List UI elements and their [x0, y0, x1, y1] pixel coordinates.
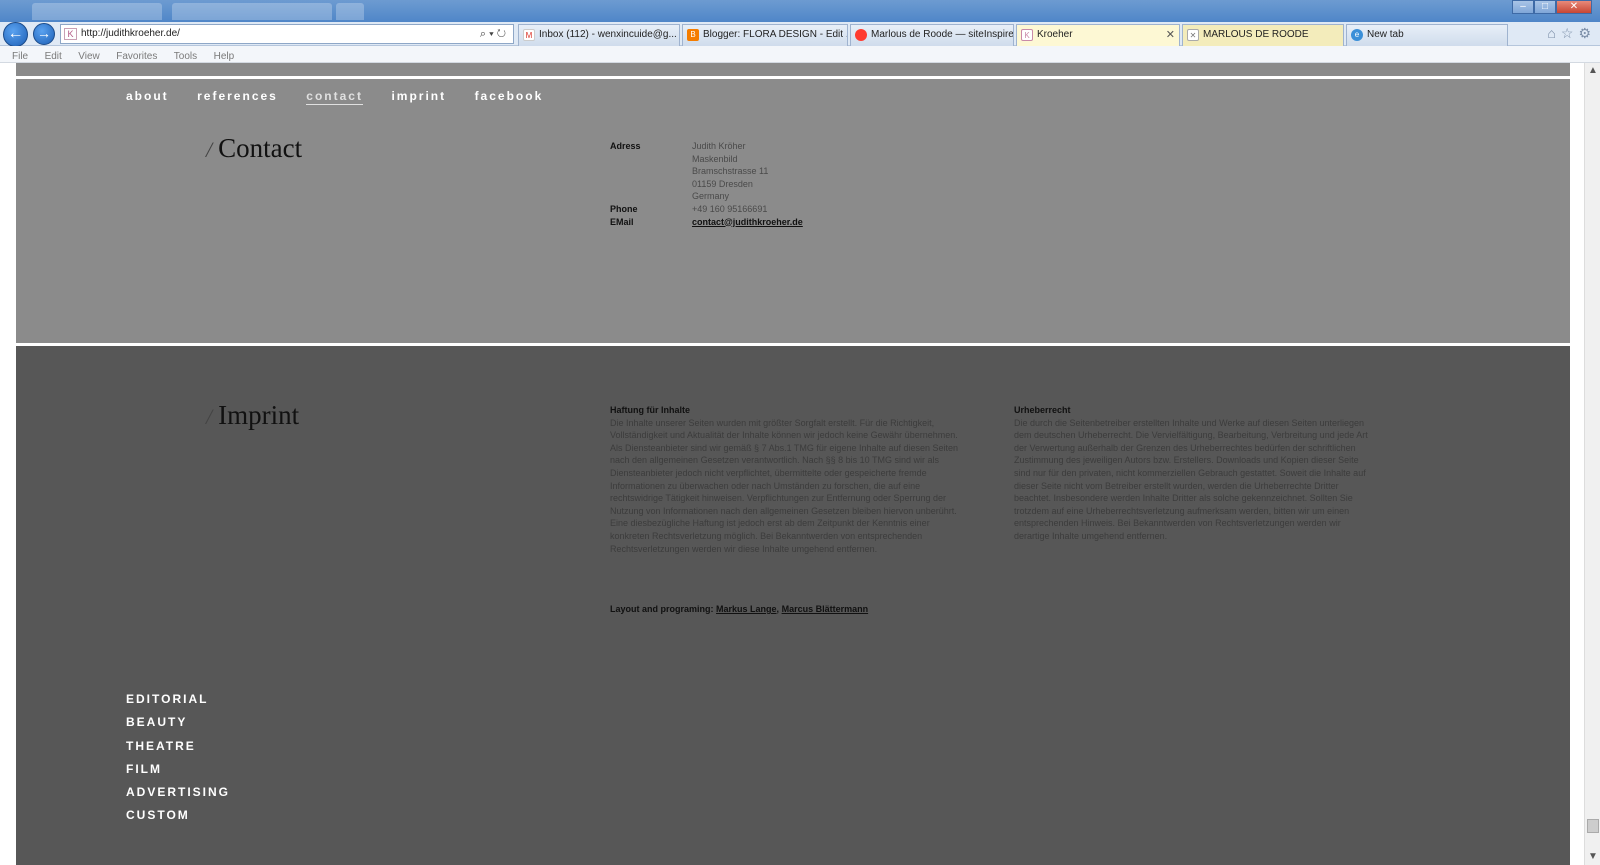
- email-link[interactable]: contact@judithkroeher.de: [692, 216, 803, 229]
- email-label: EMail: [610, 216, 634, 227]
- scroll-thumb[interactable]: [1587, 819, 1599, 833]
- copyright-column: Urheberrecht Die durch die Seitenbetreib…: [1014, 404, 1374, 543]
- tab-label: Kroeher: [1037, 29, 1073, 40]
- gmail-icon: M: [523, 29, 535, 41]
- slash-decoration: /: [206, 137, 213, 162]
- menu-bar: File Edit View Favorites Tools Help: [0, 46, 1600, 63]
- nav-imprint[interactable]: imprint: [391, 89, 446, 104]
- ie-icon: e: [1351, 29, 1363, 41]
- toolbar-right: ⌂☆⚙: [1547, 25, 1596, 42]
- tab-siteinspire[interactable]: Marlous de Roode — siteInspire: [850, 24, 1014, 46]
- x-icon: ✕: [1187, 29, 1199, 41]
- category-editorial[interactable]: EDITORIAL: [126, 692, 230, 715]
- favorites-star-icon[interactable]: ☆: [1561, 25, 1579, 41]
- tab-label: Marlous de Roode — siteInspire: [871, 29, 1014, 40]
- phone-value: +49 160 95166691: [692, 203, 768, 214]
- category-advertising[interactable]: ADVERTISING: [126, 785, 230, 808]
- vertical-scrollbar[interactable]: ▲ ▼: [1584, 63, 1600, 865]
- credits-line: Layout and programing: Markus Lange, Mar…: [610, 604, 868, 614]
- address-bar[interactable]: K http://judithkroeher.de/ ⌕▾↻: [60, 24, 514, 44]
- contact-info: Adress Judith Kröher Maskenbild Bramschs…: [610, 140, 803, 228]
- forward-button[interactable]: →: [33, 23, 55, 45]
- liability-heading: Haftung für Inhalte: [610, 405, 690, 415]
- phone-label: Phone: [610, 203, 638, 214]
- nav-facebook[interactable]: facebook: [475, 89, 544, 104]
- credit-link-marcus-blaettermann[interactable]: Marcus Blättermann: [782, 604, 869, 614]
- credit-link-markus-lange[interactable]: Markus Lange: [716, 604, 777, 614]
- forward-arrow-icon: →: [37, 25, 51, 41]
- category-theatre[interactable]: THEATRE: [126, 739, 230, 762]
- liability-column: Haftung für Inhalte Die Inhalte unserer …: [610, 404, 970, 555]
- ghost-tab: [336, 3, 364, 20]
- imprint-title: / Imprint: [206, 400, 299, 431]
- search-icon[interactable]: ⌕: [480, 28, 489, 40]
- tab-inbox[interactable]: M Inbox (112) - wenxincuide@g...: [518, 24, 680, 46]
- tab-label: MARLOUS DE ROODE: [1203, 29, 1309, 40]
- tab-kroeher[interactable]: K Kroeher ✕: [1016, 24, 1180, 46]
- liability-text: Die Inhalte unserer Seiten wurden mit gr…: [610, 417, 959, 554]
- category-film[interactable]: FILM: [126, 762, 230, 785]
- site-favicon-icon: K: [64, 28, 77, 40]
- close-window-button[interactable]: ✕: [1556, 0, 1592, 14]
- window-titlebar: – □ ✕: [0, 0, 1600, 22]
- ghost-tab: [32, 3, 162, 20]
- ghost-tab: [172, 3, 332, 20]
- refresh-icon[interactable]: ↻: [497, 28, 509, 40]
- blogger-icon: B: [687, 29, 699, 41]
- minimize-button[interactable]: –: [1512, 0, 1534, 14]
- web-page: about references contact imprint faceboo…: [0, 63, 1584, 865]
- tab-label: Blogger: FLORA DESIGN - Edit ...: [703, 29, 848, 40]
- home-icon[interactable]: ⌂: [1547, 25, 1560, 41]
- dropdown-icon[interactable]: ▾: [489, 28, 497, 40]
- slash-decoration: /: [206, 404, 213, 429]
- top-strip: [16, 63, 1570, 76]
- address-line: Bramschstrasse 11: [692, 166, 769, 177]
- siteinspire-icon: [855, 29, 867, 41]
- address-line: 01159 Dresden: [692, 178, 753, 189]
- category-beauty[interactable]: BEAUTY: [126, 715, 230, 738]
- maximize-button[interactable]: □: [1534, 0, 1556, 14]
- tab-blogger[interactable]: B Blogger: FLORA DESIGN - Edit ...: [682, 24, 848, 46]
- tab-label: New tab: [1367, 29, 1404, 40]
- scroll-down-icon[interactable]: ▼: [1585, 849, 1600, 865]
- imprint-title-text: Imprint: [218, 400, 300, 430]
- credit-separator: ,: [776, 604, 780, 614]
- address-value: Judith Kröher Maskenbild Bramschstrasse …: [692, 140, 768, 203]
- contact-section: about references contact imprint faceboo…: [16, 79, 1570, 343]
- address-tools[interactable]: ⌕▾↻: [480, 25, 509, 43]
- main-nav: about references contact imprint faceboo…: [126, 87, 567, 105]
- browser-navbar: ← → K http://judithkroeher.de/ ⌕▾↻ M Inb…: [0, 22, 1600, 47]
- back-arrow-icon: ←: [7, 25, 24, 42]
- tab-new[interactable]: e New tab: [1346, 24, 1508, 46]
- nav-contact[interactable]: contact: [306, 89, 363, 105]
- address-line: Maskenbild: [692, 153, 738, 164]
- category-nav: EDITORIAL BEAUTY THEATRE FILM ADVERTISIN…: [126, 692, 230, 832]
- close-tab-icon[interactable]: ✕: [1166, 25, 1175, 45]
- credits-label: Layout and programing:: [610, 604, 714, 614]
- address-line: Germany: [692, 191, 730, 202]
- nav-references[interactable]: references: [197, 89, 278, 104]
- category-custom[interactable]: CUSTOM: [126, 808, 230, 831]
- gear-icon[interactable]: ⚙: [1578, 25, 1596, 41]
- back-button[interactable]: ←: [3, 22, 28, 47]
- scroll-up-icon[interactable]: ▲: [1585, 63, 1600, 79]
- contact-title: / Contact: [206, 133, 302, 164]
- tab-marlous[interactable]: ✕ MARLOUS DE ROODE: [1182, 24, 1344, 46]
- address-line: Judith Kröher: [692, 141, 746, 151]
- copyright-text: Die durch die Seitenbetreiber erstellten…: [1014, 417, 1368, 541]
- copyright-heading: Urheberrecht: [1014, 405, 1071, 415]
- address-label: Adress: [610, 141, 641, 151]
- address-text: http://judithkroeher.de/: [81, 28, 180, 39]
- imprint-section: / Imprint Haftung für Inhalte Die Inhalte…: [16, 346, 1570, 865]
- k-icon: K: [1021, 29, 1033, 41]
- tab-label: Inbox (112) - wenxincuide@g...: [539, 29, 677, 40]
- contact-title-text: Contact: [218, 133, 303, 163]
- nav-about[interactable]: about: [126, 89, 169, 104]
